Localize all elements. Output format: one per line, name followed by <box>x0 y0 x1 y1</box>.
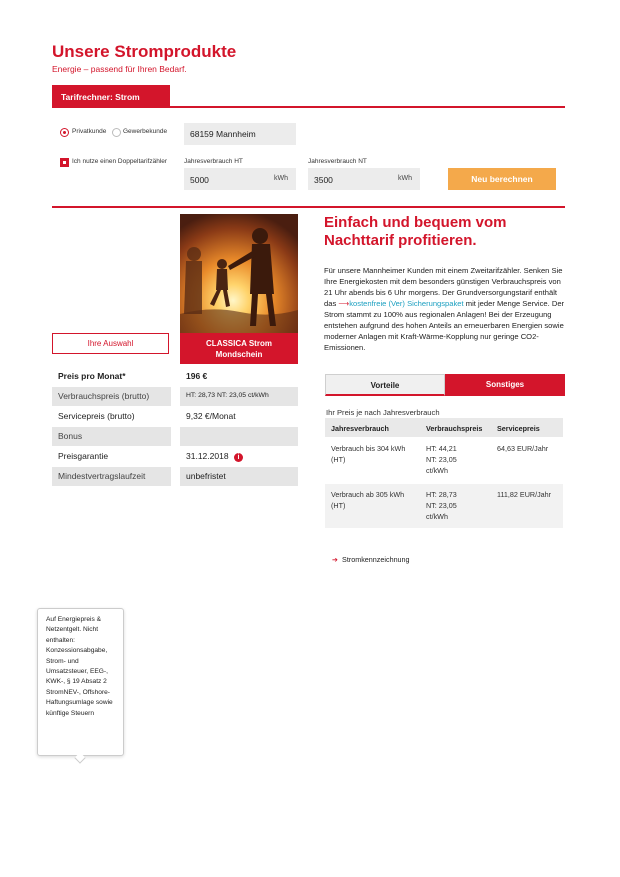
location-input[interactable]: 68159 Mannheim <box>184 123 296 145</box>
ht-consumption-value: 5000 <box>190 175 209 185</box>
info-headline: Einfach und bequem vom Nachttarif profit… <box>324 214 574 250</box>
electricity-label-text: Stromkennzeichnung <box>342 555 410 564</box>
table-cell-price: HT: 44,21 NT: 23,05 ct/kWh <box>426 443 486 476</box>
row-label-min-term: Mindestvertragslaufzeit <box>52 467 171 486</box>
price-ht: HT: 44,21 <box>426 444 457 453</box>
recalculate-button[interactable]: Neu berechnen <box>448 168 556 190</box>
table-header-service: Servicepreis <box>497 418 540 437</box>
row-value-service-price: 9,32 €/Monat <box>186 411 236 421</box>
table-cell-consumption: Verbrauch ab 305 kWh (HT) <box>331 490 405 510</box>
row-label-price-guarantee: Preisgarantie <box>58 451 109 461</box>
row-label-service-price: Servicepreis (brutto) <box>58 411 135 421</box>
ht-consumption-label: Jahresverbrauch HT <box>184 158 243 165</box>
price-nt: NT: 23,05 <box>426 501 457 510</box>
price-footnote-tooltip: Auf Energiepreis & Netzentgelt. Nicht en… <box>37 608 124 756</box>
radio-privatkunde[interactable] <box>60 128 69 137</box>
radio-gewerbekunde-label: Gewerbekunde <box>123 128 168 135</box>
nt-consumption-label: Jahresverbrauch NT <box>308 158 367 165</box>
arrow-right-icon: ➔ <box>332 555 339 564</box>
row-value-consumption-price: HT: 28,73 NT: 23,05 ct/kWh <box>180 387 298 406</box>
product-photo <box>180 214 298 334</box>
row-value-bonus <box>180 427 298 446</box>
info-headline-line2: Nachttarif profitieren. <box>324 232 477 249</box>
product-name: CLASSICA Strom Mondschein <box>180 333 298 364</box>
info-description: Für unsere Mannheimer Kunden mit einem Z… <box>324 265 566 353</box>
table-cell-service: 64,63 EUR/Jahr <box>497 444 549 453</box>
double-meter-label: Ich nutze einen Doppeltarifzähler <box>72 158 168 165</box>
radio-gewerbekunde[interactable] <box>112 128 121 137</box>
row-value-price-guarantee: 31.12.2018 i <box>180 447 298 466</box>
double-meter-checkbox[interactable] <box>60 158 69 167</box>
arrow-right-icon: ⟶ <box>338 299 350 308</box>
nt-consumption-value: 3500 <box>314 175 333 185</box>
tab-underline <box>52 106 565 108</box>
nt-consumption-input[interactable]: 3500 kWh <box>308 168 420 190</box>
product-name-line2: Mondschein <box>215 350 263 359</box>
nt-unit: kWh <box>398 175 412 182</box>
tab-tarifrechner-strom[interactable]: Tarifrechner: Strom <box>52 85 170 107</box>
row-label-price-per-month: Preis pro Monat* <box>58 371 126 381</box>
row-label-consumption-price: Verbrauchspreis (brutto) <box>52 387 171 406</box>
product-name-line1: CLASSICA Strom <box>206 339 272 348</box>
price-table-caption: Ihr Preis je nach Jahresverbrauch <box>326 408 440 417</box>
tab-sonstiges[interactable]: Sonstiges <box>445 374 565 396</box>
table-cell-consumption: Verbrauch bis 304 kWh (HT) <box>331 444 406 464</box>
info-headline-line1: Einfach und bequem vom <box>324 214 507 231</box>
info-icon[interactable]: i <box>233 453 243 462</box>
table-header-price: Verbrauchspreis <box>426 418 483 437</box>
table-header-consumption: Jahresverbrauch <box>331 418 389 437</box>
price-nt: NT: 23,05 <box>426 455 457 464</box>
radio-privatkunde-label: Privatkunde <box>72 128 107 135</box>
tab-vorteile[interactable]: Vorteile <box>325 374 445 396</box>
page-title: Unsere Stromprodukte <box>52 42 237 61</box>
security-package-link[interactable]: kostenfreie (Ver) Sicherungspaket <box>349 299 463 308</box>
price-ht: HT: 28,73 <box>426 490 457 499</box>
section-divider <box>52 206 565 208</box>
ht-unit: kWh <box>274 175 288 182</box>
electricity-label-link[interactable]: ➔ Stromkennzeichnung <box>332 555 410 564</box>
row-label-bonus: Bonus <box>52 427 171 446</box>
price-unit: ct/kWh <box>426 466 448 475</box>
table-cell-service: 111,82 EUR/Jahr <box>497 490 552 499</box>
price-guarantee-date: 31.12.2018 <box>186 451 229 461</box>
ht-consumption-input[interactable]: 5000 kWh <box>184 168 296 190</box>
row-value-min-term: unbefristet <box>180 467 298 486</box>
your-choice-button[interactable]: Ihre Auswahl <box>52 333 169 354</box>
price-unit: ct/kWh <box>426 512 448 521</box>
page-subtitle: Energie – passend für Ihren Bedarf. <box>52 64 187 74</box>
row-value-price-per-month: 196 € <box>186 371 208 381</box>
table-cell-price: HT: 28,73 NT: 23,05 ct/kWh <box>426 489 486 522</box>
